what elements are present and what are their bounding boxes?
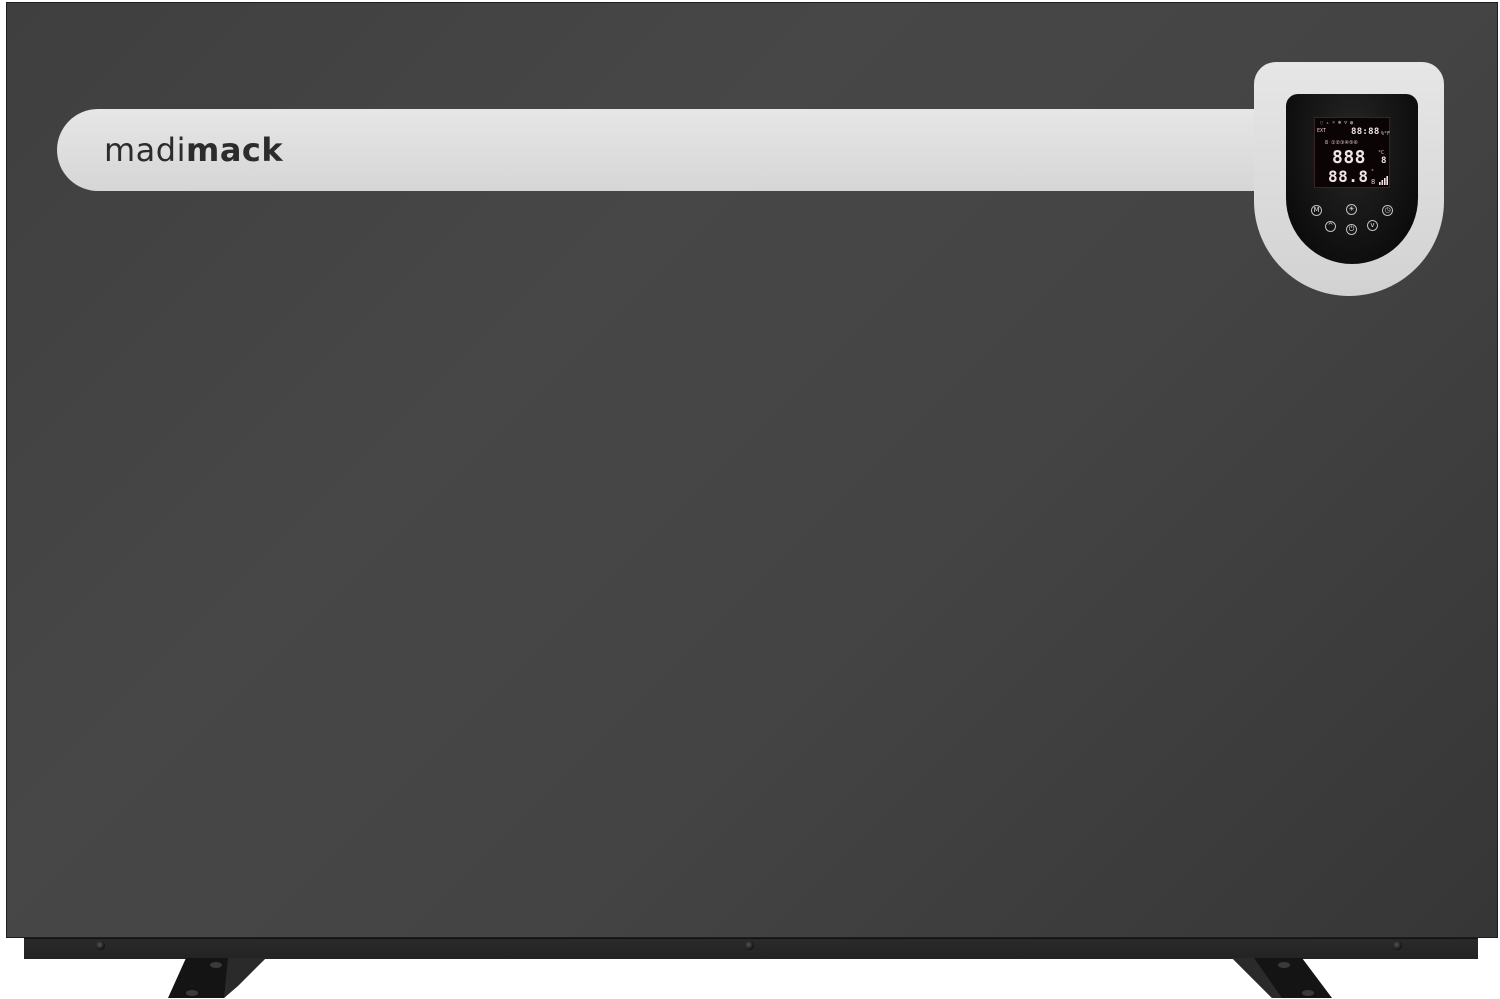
mode-button-label: M — [1313, 206, 1320, 214]
sun-icon: ☀ — [1348, 205, 1355, 213]
lcd-main-digits: 888 — [1332, 147, 1367, 168]
signal-bars-icon — [1379, 176, 1388, 185]
mounting-foot-right — [1232, 958, 1332, 998]
screw-right — [1393, 941, 1402, 950]
down-button[interactable]: v — [1367, 220, 1378, 231]
lcd-sub-digits: 88.8 — [1328, 167, 1369, 186]
chevron-down-icon: v — [1370, 221, 1375, 229]
lcd-display: ◌ ▵ ☼ ❄ ▽ ◍ EXT 88:88 %°F 8 ①②③④⑤⑥ 888 °… — [1314, 117, 1390, 188]
power-button[interactable]: ⏻ — [1346, 224, 1357, 235]
screw-center — [745, 941, 754, 950]
screw-left — [96, 941, 105, 950]
lcd-unit-small: %°F — [1381, 131, 1391, 137]
mounting-foot-left — [168, 958, 266, 998]
heat-mode-button[interactable]: ☀ — [1346, 204, 1357, 215]
chevron-up-icon: ^ — [1327, 222, 1334, 230]
logo-bold-text: mack — [185, 131, 284, 169]
lcd-sub-suffix: 8 — [1371, 178, 1376, 186]
up-button[interactable]: ^ — [1325, 221, 1336, 232]
lcd-main-suffix: 8 — [1381, 156, 1387, 166]
lcd-ext-label: EXT — [1317, 128, 1327, 134]
lcd-sub-unit: ° — [1371, 169, 1375, 175]
power-icon: ⏻ — [1348, 225, 1355, 233]
clock-icon: ◷ — [1384, 206, 1391, 214]
logo-light-text: madi — [104, 131, 186, 169]
lcd-clock: 88:88 — [1351, 127, 1380, 137]
timer-button[interactable]: ◷ — [1382, 205, 1393, 216]
lcd-mode-row: 8 ①②③④⑤⑥ — [1325, 140, 1358, 146]
brand-logo: madimack — [104, 132, 283, 168]
mode-button[interactable]: M — [1311, 205, 1322, 216]
lcd-top-icons: ◌ ▵ ☼ ❄ ▽ ◍ — [1320, 120, 1354, 126]
